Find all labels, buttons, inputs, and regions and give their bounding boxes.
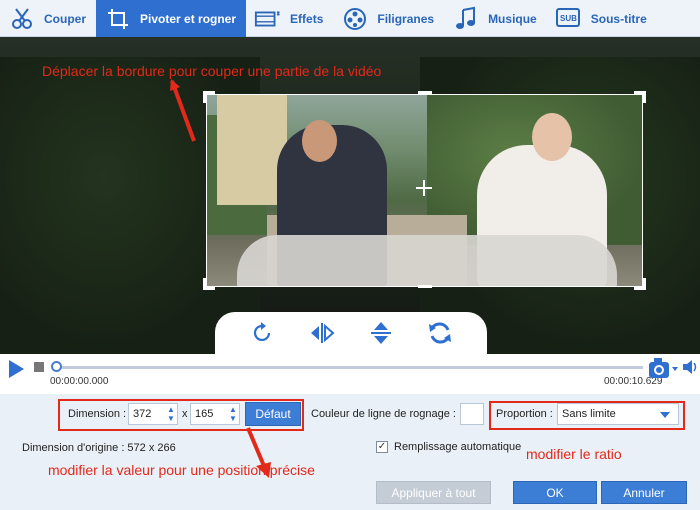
- scene-horses: [237, 235, 617, 286]
- flip-horizontal-button[interactable]: [307, 318, 337, 348]
- play-icon[interactable]: [6, 358, 26, 380]
- volume-icon[interactable]: [682, 359, 698, 375]
- ok-button[interactable]: OK: [513, 481, 597, 504]
- annotation-ratio-hint: modifier le ratio: [526, 446, 622, 462]
- dimension-separator: x: [182, 408, 188, 420]
- down-arrow: ▼: [229, 414, 237, 423]
- crop-handle-top-left[interactable]: [203, 91, 215, 103]
- rotate-icon: [253, 322, 270, 342]
- tab-effets[interactable]: Effets: [246, 0, 333, 37]
- original-dimension: Dimension d'origine : 572 x 266: [22, 442, 176, 454]
- snapshot-camera-icon[interactable]: [648, 356, 680, 380]
- player-bar: 00:00:00.000 00:00:10.629: [0, 354, 700, 394]
- chevron-down-icon: [660, 412, 670, 418]
- apply-all-button[interactable]: Appliquer à tout: [376, 481, 491, 504]
- width-value: 372: [133, 408, 152, 420]
- dimension-label: Dimension :: [68, 408, 127, 420]
- height-stepper[interactable]: 165 ▲ ▼: [190, 403, 240, 425]
- tab-label: Sous-titre: [590, 11, 647, 26]
- proportion-select[interactable]: Sans limite: [557, 403, 679, 425]
- editor-toolbar: Couper Pivoter et rogner Effets Filigran…: [0, 0, 700, 37]
- refresh-icon: [428, 322, 451, 344]
- up-arrow: ▲: [167, 405, 175, 414]
- video-preview: Déplacer la bordure pour couper une part…: [0, 37, 700, 354]
- annotation-position-hint: modifier la valeur pour une position pré…: [48, 462, 315, 478]
- cancel-button[interactable]: Annuler: [601, 481, 687, 504]
- crop-handle-top-right[interactable]: [634, 91, 646, 103]
- line-color-label: Couleur de ligne de rognage :: [311, 408, 456, 420]
- tab-label: Musique: [488, 11, 537, 26]
- rotate-clockwise-button[interactable]: [248, 318, 278, 348]
- flip-vertical-button[interactable]: [366, 318, 396, 348]
- proportion-value: Sans limite: [562, 408, 616, 420]
- height-value: 165: [195, 408, 214, 420]
- rotate-crop-icon: [104, 6, 132, 32]
- tab-label: Couper: [44, 11, 86, 26]
- tab-label: Effets: [290, 11, 324, 26]
- subtitle-icon: SUB: [555, 6, 583, 32]
- scissors-icon: [8, 6, 36, 32]
- crop-handle-bottom-right[interactable]: [634, 278, 646, 290]
- width-stepper[interactable]: 372 ▲ ▼: [128, 403, 178, 425]
- up-arrow: ▲: [229, 405, 237, 414]
- tab-couper[interactable]: Couper: [0, 0, 96, 37]
- tab-filigranes[interactable]: Filigranes: [333, 0, 444, 37]
- film-reel-icon: [341, 6, 369, 32]
- crop-handle-top[interactable]: [418, 91, 432, 94]
- line-color-swatch[interactable]: [460, 403, 484, 425]
- default-button[interactable]: Défaut: [245, 402, 301, 426]
- down-arrow: ▼: [167, 414, 175, 423]
- tab-pivoter-rogner[interactable]: Pivoter et rogner: [96, 0, 247, 37]
- tab-sous-titre[interactable]: SUB Sous-titre: [547, 0, 657, 37]
- svg-text:SUB: SUB: [560, 14, 577, 23]
- annotation-arrow-icon: [170, 79, 196, 142]
- stepper-arrows-icon[interactable]: ▲ ▼: [165, 405, 177, 423]
- crop-handle-bottom-left[interactable]: [203, 278, 215, 290]
- rotate-flip-controls: [215, 312, 487, 354]
- auto-fill-label: Remplissage automatique: [394, 441, 522, 453]
- stepper-arrows-icon[interactable]: ▲ ▼: [227, 405, 239, 423]
- film-effects-icon: [254, 6, 282, 32]
- annotation-crop-hint: Déplacer la bordure pour couper une part…: [42, 63, 382, 79]
- scene-woman-head: [532, 113, 572, 161]
- crop-handle-bottom[interactable]: [418, 285, 432, 288]
- reset-rotation-button[interactable]: [425, 318, 455, 348]
- tab-label: Pivoter et rogner: [140, 11, 237, 26]
- auto-fill-checkbox[interactable]: ✓: [376, 441, 388, 453]
- timeline-track[interactable]: [55, 366, 643, 369]
- tab-musique[interactable]: Musique: [444, 0, 547, 37]
- tab-label: Filigranes: [377, 11, 435, 26]
- crop-move-crosshair-icon[interactable]: [416, 180, 432, 196]
- music-note-icon: [452, 6, 480, 32]
- flip-vertical-icon: [370, 322, 391, 344]
- scene-man-head: [302, 120, 337, 162]
- flip-horizontal-icon: [310, 323, 335, 343]
- stop-icon[interactable]: [34, 362, 44, 372]
- crop-settings-panel: Dimension : 372 ▲ ▼ x 165 ▲ ▼ Défaut Coule…: [0, 394, 700, 510]
- proportion-label: Proportion :: [496, 408, 553, 420]
- timeline-knob[interactable]: [51, 361, 62, 372]
- current-time: 00:00:00.000: [50, 376, 109, 387]
